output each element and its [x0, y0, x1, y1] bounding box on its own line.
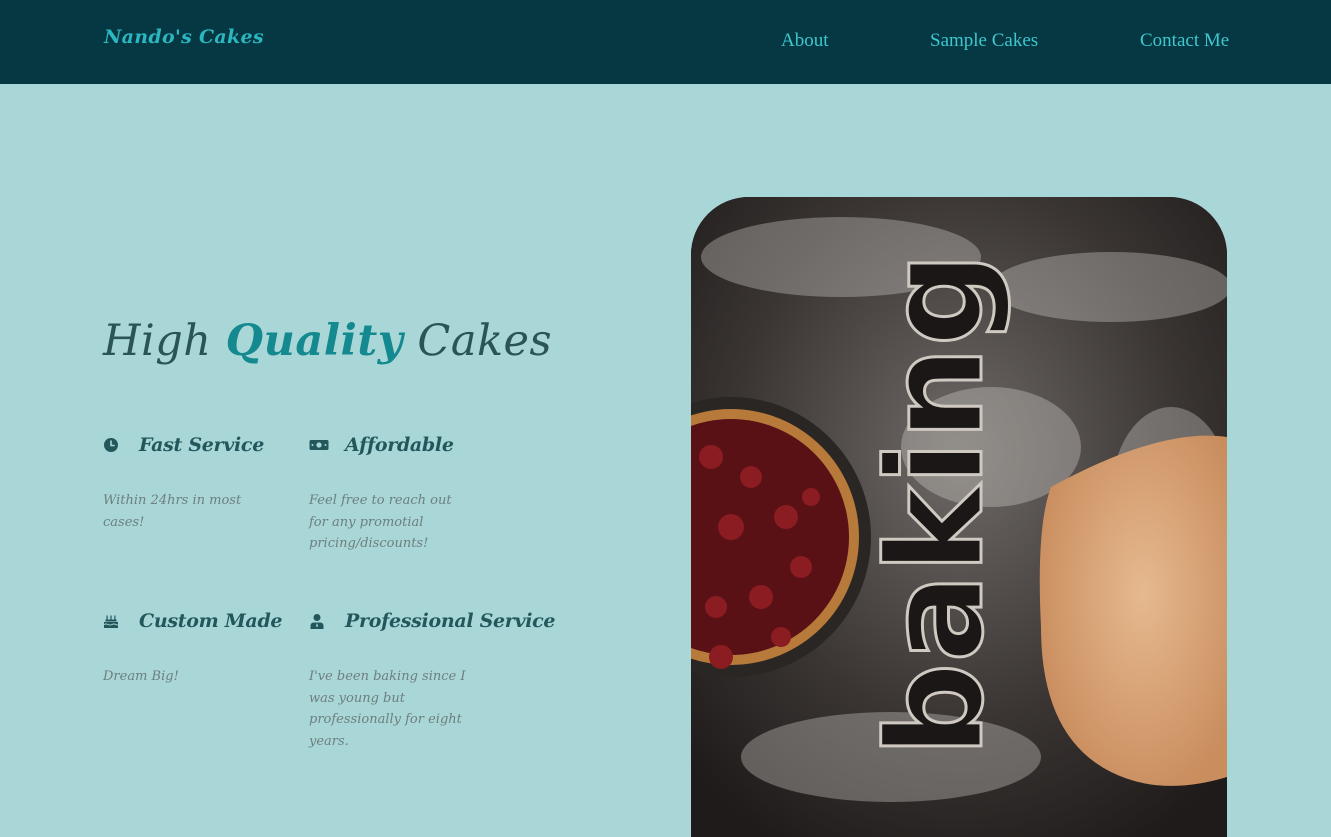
feature-affordable: Affordable Feel free to reach out for an…	[309, 434, 509, 551]
feature-description: Feel free to reach out for any promotial…	[309, 493, 452, 551]
feature-description: Within 24hrs in most cases!	[103, 493, 242, 530]
hero-title-part: Cakes	[403, 316, 553, 366]
hero-title: High Quality Cakes	[103, 316, 552, 366]
feature-title: Affordable	[345, 434, 454, 456]
hero-title-accent: Quality	[225, 316, 404, 366]
feature-fast-service: Fast Service Within 24hrs in most cases!	[103, 434, 303, 530]
hero-image: baking	[691, 197, 1227, 837]
cake-icon	[103, 613, 119, 629]
feature-title: Professional Service	[345, 610, 556, 632]
brand-logo[interactable]: Nando's Cakes	[104, 26, 264, 48]
nav-link-sample-cakes[interactable]: Sample Cakes	[930, 30, 1038, 52]
money-icon	[309, 437, 329, 453]
navbar: Nando's Cakes About Sample Cakes Contact…	[0, 0, 1331, 84]
feature-description: Dream Big!	[103, 669, 179, 684]
nav-link-about[interactable]: About	[781, 30, 829, 52]
nav-link-contact-me[interactable]: Contact Me	[1140, 30, 1229, 52]
feature-description: I've been baking since I was young but p…	[309, 669, 466, 749]
feature-title: Fast Service	[139, 434, 264, 456]
feature-professional-service: Professional Service I've been baking si…	[309, 610, 556, 749]
feature-title: Custom Made	[139, 610, 283, 632]
clock-icon	[103, 437, 119, 453]
hero-image-word: baking	[859, 252, 1013, 757]
hero-title-part: High	[103, 316, 226, 366]
feature-custom-made: Custom Made Dream Big!	[103, 610, 303, 684]
user-icon	[309, 613, 325, 629]
